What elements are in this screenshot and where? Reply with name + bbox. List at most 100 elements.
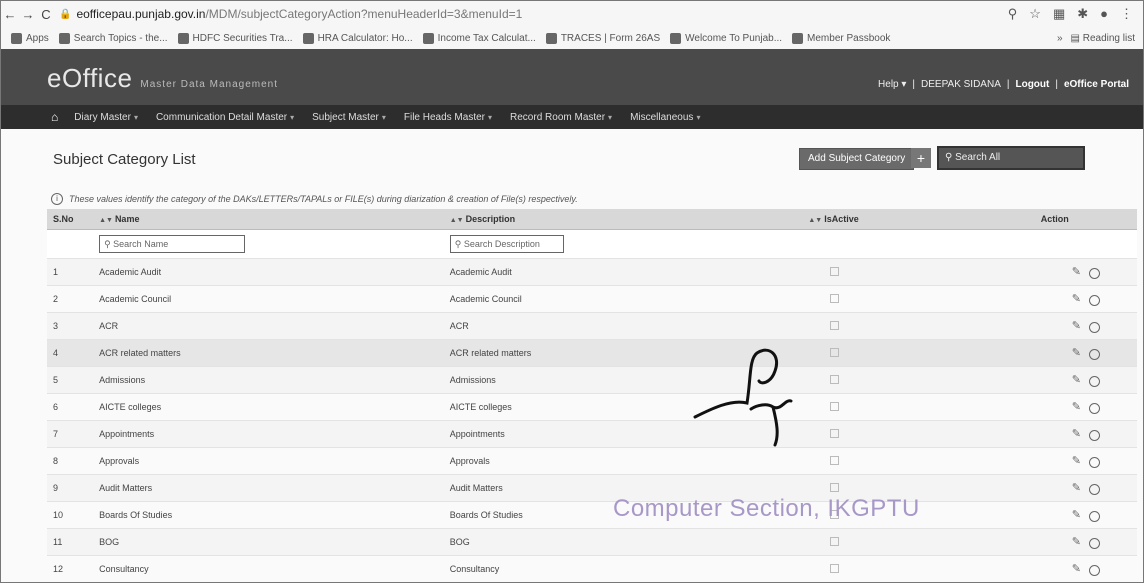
- isactive-checkbox[interactable]: [830, 401, 840, 411]
- cell-action: ✎: [1034, 393, 1137, 421]
- logout-link[interactable]: Logout: [1015, 79, 1049, 90]
- table-row: 2 Academic Council Academic Council ✎: [47, 285, 1137, 313]
- address-bar[interactable]: 🔒 eofficepau.punjab.gov.in /MDM/subjectC…: [59, 7, 1008, 21]
- search-icon: ⚲: [945, 152, 956, 163]
- isactive-checkbox[interactable]: [830, 455, 840, 465]
- info-note: i These values identify the category of …: [51, 193, 578, 205]
- cell-sno: 11: [47, 528, 94, 556]
- bookmark-item[interactable]: HRA Calculator: Ho...: [302, 32, 413, 44]
- bookmark-item[interactable]: TRACES | Form 26AS: [545, 32, 660, 44]
- bookmark-item[interactable]: HDFC Securities Tra...: [177, 32, 293, 44]
- cell-sno: 7: [47, 420, 94, 448]
- isactive-checkbox[interactable]: [830, 347, 840, 357]
- bookmark-item[interactable]: Search Topics - the...: [58, 32, 168, 44]
- col-description[interactable]: ▲▼ Description: [443, 209, 803, 230]
- url-path: /MDM/subjectCategoryAction?menuHeaderId=…: [205, 7, 523, 21]
- bookmarks-bar: Apps Search Topics - the... HDFC Securit…: [1, 27, 1143, 50]
- menu-diary-master[interactable]: Diary Master ▾: [74, 112, 138, 123]
- isactive-checkbox[interactable]: [830, 428, 840, 438]
- cell-name: BOG: [93, 528, 444, 556]
- cell-action: ✎: [1034, 474, 1137, 502]
- zoom-icon[interactable]: ⚲: [1008, 6, 1018, 22]
- edit-icon[interactable]: ✎: [1072, 320, 1081, 332]
- cell-name: ACR related matters: [93, 339, 444, 367]
- view-icon[interactable]: [1089, 564, 1100, 576]
- bookmark-item[interactable]: Welcome To Punjab...: [670, 32, 782, 44]
- col-isactive[interactable]: ▲▼ IsActive: [802, 209, 1035, 230]
- edit-icon[interactable]: ✎: [1072, 536, 1081, 548]
- edit-icon[interactable]: ✎: [1072, 428, 1081, 440]
- reload-icon[interactable]: C: [37, 7, 55, 22]
- forward-icon[interactable]: →: [19, 7, 37, 22]
- menu-subject-master[interactable]: Subject Master ▾: [312, 112, 386, 123]
- star-icon[interactable]: ☆: [1029, 6, 1041, 22]
- view-icon[interactable]: [1089, 267, 1100, 279]
- cell-sno: 2: [47, 285, 94, 313]
- isactive-checkbox[interactable]: [830, 482, 840, 492]
- isactive-checkbox[interactable]: [830, 536, 840, 546]
- add-subject-category-button[interactable]: Add Subject Category: [799, 148, 915, 170]
- reading-list-icon: ▤: [1070, 32, 1083, 44]
- isactive-checkbox[interactable]: [830, 563, 840, 573]
- screenshot-frame: ← → C 🔒 eofficepau.punjab.gov.in /MDM/su…: [0, 0, 1144, 583]
- menu-communication-detail-master[interactable]: Communication Detail Master ▾: [156, 112, 294, 123]
- menu-record-room-master[interactable]: Record Room Master ▾: [510, 112, 612, 123]
- cell-action: ✎: [1034, 366, 1137, 394]
- profile-icon[interactable]: ●: [1100, 6, 1108, 22]
- col-name[interactable]: ▲▼ Name: [93, 209, 444, 230]
- bookmark-apps[interactable]: Apps: [11, 32, 49, 44]
- col-sno: S.No: [47, 209, 94, 230]
- isactive-checkbox[interactable]: [830, 374, 840, 384]
- cell-name: ACR: [93, 312, 444, 340]
- isactive-checkbox[interactable]: [830, 293, 840, 303]
- table-header-row: S.No ▲▼ Name ▲▼ Description ▲▼ IsActive Act…: [47, 209, 1137, 230]
- edit-icon[interactable]: ✎: [1072, 347, 1081, 359]
- bookmark-favicon-icon: [792, 32, 804, 44]
- edit-icon[interactable]: ✎: [1072, 509, 1081, 521]
- isactive-checkbox[interactable]: [830, 266, 840, 276]
- menu-file-heads-master[interactable]: File Heads Master ▾: [404, 112, 492, 123]
- view-icon[interactable]: [1089, 429, 1100, 441]
- edit-icon[interactable]: ✎: [1072, 266, 1081, 278]
- edit-icon[interactable]: ✎: [1072, 482, 1081, 494]
- table-row: 7 Appointments Appointments ✎: [47, 420, 1137, 448]
- edit-icon[interactable]: ✎: [1072, 455, 1081, 467]
- edit-icon[interactable]: ✎: [1072, 563, 1081, 575]
- bookmark-favicon-icon: [302, 32, 314, 44]
- user-name[interactable]: DEEPAK SIDANA: [921, 79, 1001, 90]
- cell-name: Admissions: [93, 366, 444, 394]
- view-icon[interactable]: [1089, 537, 1100, 549]
- view-icon[interactable]: [1089, 456, 1100, 468]
- edit-icon[interactable]: ✎: [1072, 401, 1081, 413]
- edit-icon[interactable]: ✎: [1072, 374, 1081, 386]
- bookmark-item[interactable]: Income Tax Calculat...: [422, 32, 536, 44]
- help-link[interactable]: Help ▾: [878, 79, 906, 90]
- brand: eOffice Master Data Management: [47, 63, 278, 94]
- back-icon[interactable]: ←: [1, 7, 19, 22]
- edit-icon[interactable]: ✎: [1072, 293, 1081, 305]
- view-icon[interactable]: [1089, 402, 1100, 414]
- puzzle-icon[interactable]: ✱: [1077, 6, 1088, 22]
- cell-sno: 3: [47, 312, 94, 340]
- search-description-input[interactable]: ⚲ Search Description: [449, 235, 564, 253]
- view-icon[interactable]: [1089, 510, 1100, 522]
- cell-sno: 5: [47, 366, 94, 394]
- search-all-input[interactable]: ⚲ Search All: [937, 146, 1085, 170]
- view-icon[interactable]: [1089, 375, 1100, 387]
- plus-button[interactable]: +: [911, 148, 931, 168]
- search-name-input[interactable]: ⚲ Search Name: [99, 235, 246, 253]
- view-icon[interactable]: [1089, 321, 1100, 333]
- view-icon[interactable]: [1089, 294, 1100, 306]
- cell-sno: 8: [47, 447, 94, 475]
- view-icon[interactable]: [1089, 483, 1100, 495]
- isactive-checkbox[interactable]: [830, 320, 840, 330]
- eoffice-portal-link[interactable]: eOffice Portal: [1064, 79, 1129, 90]
- menu-miscellaneous[interactable]: Miscellaneous ▾: [630, 112, 700, 123]
- home-icon[interactable]: ⌂: [51, 110, 58, 124]
- extension-icon[interactable]: ▦: [1053, 6, 1065, 22]
- bookmark-item[interactable]: Member Passbook: [792, 32, 890, 44]
- reading-list-button[interactable]: ▤ Reading list: [1071, 33, 1136, 44]
- view-icon[interactable]: [1089, 348, 1100, 360]
- kebab-menu-icon[interactable]: ⋮: [1120, 6, 1133, 22]
- bookmarks-more-button[interactable]: »: [1057, 33, 1063, 44]
